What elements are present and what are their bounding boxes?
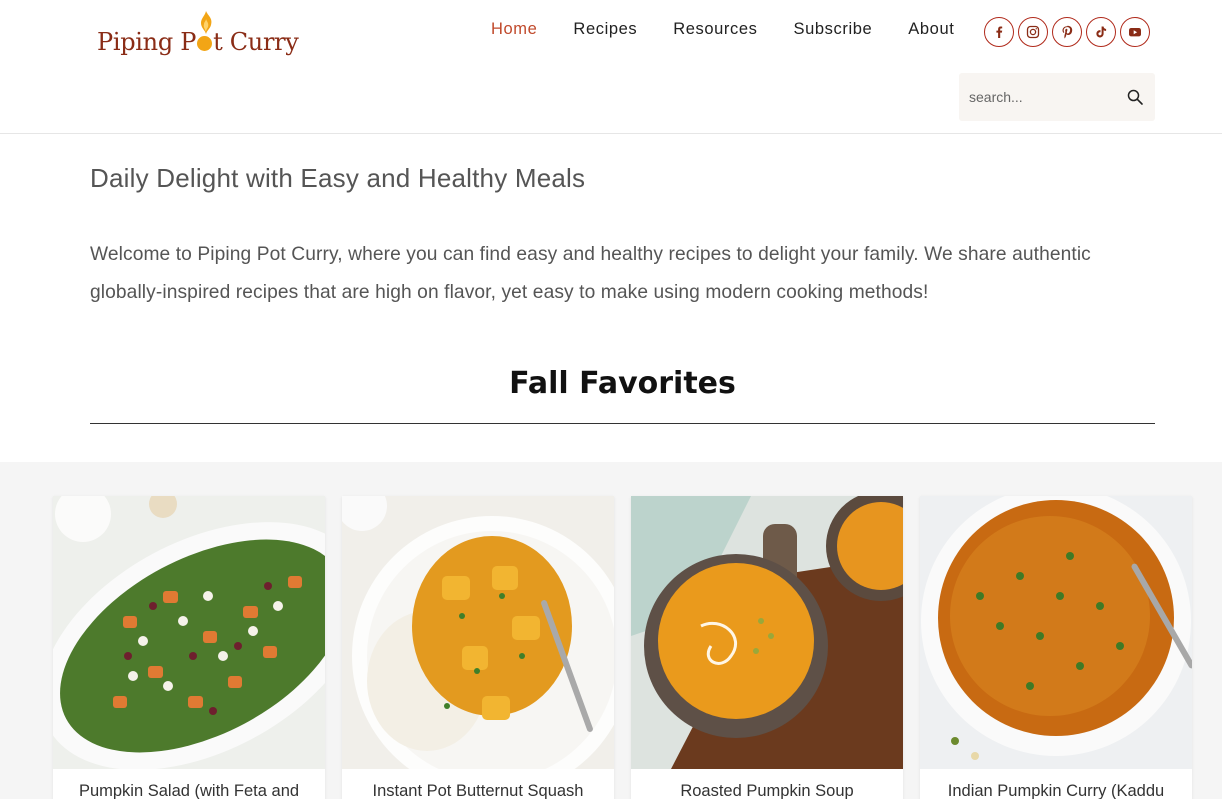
social-links (984, 17, 1150, 47)
site-logo[interactable]: Piping Pt Curry (97, 8, 299, 64)
nav-home[interactable]: Home (491, 20, 537, 39)
section-title: Fall Favorites (509, 366, 736, 401)
youtube-icon (1129, 28, 1141, 37)
recipe-card-title[interactable]: Roasted Pumpkin Soup (631, 782, 903, 799)
recipe-card[interactable]: Instant Pot Butternut Squash (342, 496, 614, 799)
intro-paragraph: Welcome to Piping Pot Curry, where you c… (90, 244, 1091, 303)
nav-resources[interactable]: Resources (673, 20, 757, 39)
nav-subscribe[interactable]: Subscribe (794, 20, 873, 39)
pinterest-link[interactable] (1052, 17, 1082, 47)
site-header: Piping Pt Curry Home Recipes Resources S… (0, 0, 1222, 134)
pinterest-icon (1062, 25, 1073, 39)
recipe-card[interactable]: Roasted Pumpkin Soup (631, 496, 903, 799)
site-tagline: Daily Delight with Easy and Healthy Meal… (90, 163, 586, 193)
recipe-image (53, 496, 325, 769)
nav-about[interactable]: About (908, 20, 954, 39)
tiktok-link[interactable] (1086, 17, 1116, 47)
section-divider (90, 423, 1155, 424)
youtube-link[interactable] (1120, 17, 1150, 47)
search-box (959, 73, 1155, 121)
instagram-icon (1026, 25, 1040, 39)
tiktok-icon (1096, 26, 1107, 38)
nav-recipes[interactable]: Recipes (573, 20, 637, 39)
recipe-card-title[interactable]: Pumpkin Salad (with Feta and (53, 782, 325, 799)
facebook-link[interactable] (984, 17, 1014, 47)
search-input[interactable] (969, 87, 1119, 107)
recipe-card-title[interactable]: Indian Pumpkin Curry (Kaddu (920, 782, 1192, 799)
recipe-image (631, 496, 903, 769)
recipe-card[interactable]: Pumpkin Salad (with Feta and (53, 496, 325, 799)
recipe-card-title[interactable]: Instant Pot Butternut Squash (342, 782, 614, 799)
search-icon[interactable] (1126, 88, 1144, 106)
flame-icon (201, 11, 212, 34)
recipe-image (342, 496, 614, 769)
instagram-link[interactable] (1018, 17, 1048, 47)
recipe-card[interactable]: Indian Pumpkin Curry (Kaddu (920, 496, 1192, 799)
facebook-icon (996, 26, 1003, 38)
recipe-image (920, 496, 1192, 769)
main-nav: Home Recipes Resources Subscribe About (476, 20, 990, 39)
